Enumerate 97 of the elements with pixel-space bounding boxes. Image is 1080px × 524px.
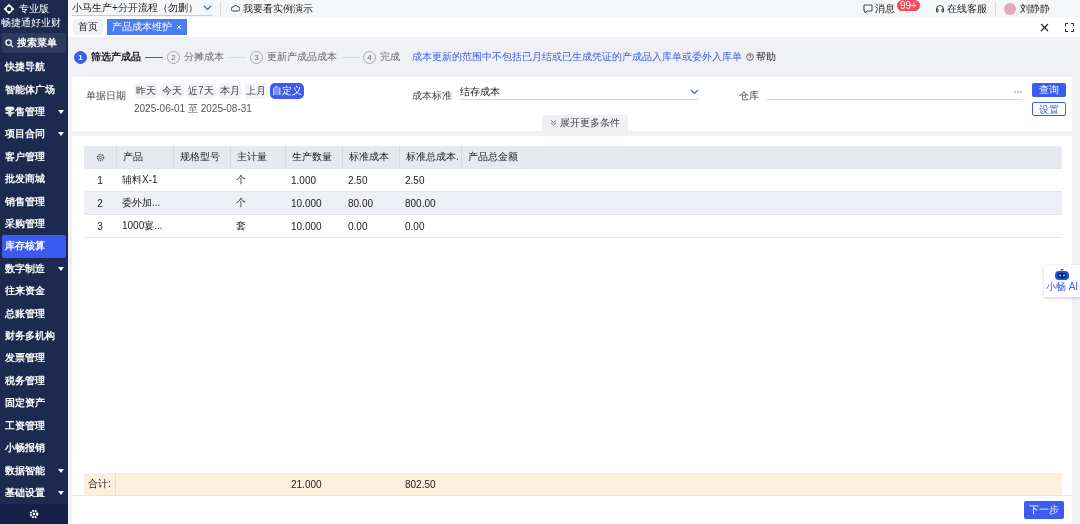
search-icon <box>5 38 14 48</box>
notice-text: 成本更新的范围中不包括已月结或已生成凭证的产成品入库单或委外入库单 <box>412 50 742 64</box>
sidebar-item[interactable]: 销售管理 <box>2 190 66 213</box>
wizard-step: 1 筛选产成品 <box>74 50 141 64</box>
settings-button[interactable]: 设置 <box>1032 102 1066 116</box>
sidebar-item[interactable]: 快捷导航 <box>2 56 66 79</box>
wizard-step: 3 更新产成品成本 <box>250 50 337 64</box>
sidebar-item[interactable]: 往来资金 <box>2 280 66 303</box>
sidebar-item[interactable]: 基础设置 <box>2 481 66 505</box>
column-header: 产品总金额 <box>461 146 1062 168</box>
logo-text: 畅捷通好业财 <box>0 16 62 30</box>
expand-conditions-button[interactable]: 展开更多条件 <box>542 115 628 131</box>
row-number: 3 <box>96 219 104 234</box>
caret-icon <box>58 490 64 495</box>
cost-standard-select[interactable]: 结存成本 <box>460 85 700 100</box>
menu-search-button[interactable]: 搜索菜单 <box>2 33 66 53</box>
ai-assistant-button[interactable]: 小畅 AI <box>1044 265 1080 297</box>
cost-standard-label: 成本标准 <box>412 89 453 103</box>
row-number: 2 <box>96 196 104 211</box>
table-cell-text: 辅料X-1 <box>121 173 159 187</box>
account-select[interactable]: 小马生产+分开流程（勿删） <box>72 1 212 16</box>
date-label: 单据日期 <box>86 89 126 103</box>
robot-icon <box>1054 268 1070 280</box>
table-cell-text: 10.000 <box>290 219 323 234</box>
sidebar-item[interactable]: 固定资产 <box>2 392 66 415</box>
table-cell-text: 0.00 <box>347 219 369 234</box>
table-cell-text: 2.50 <box>347 173 369 188</box>
column-header: 生产数量 <box>285 146 342 168</box>
page-tab[interactable]: 首页 <box>73 19 103 35</box>
page-tab[interactable]: 产品成本维护 <box>107 19 187 35</box>
table-cell-text: 套 <box>235 219 247 233</box>
table-cell-text: 80.00 <box>347 196 375 211</box>
edition-label: 专业版 <box>19 2 49 16</box>
table-cell-text: 10.000 <box>290 196 323 211</box>
total-quantity: 21.000 <box>290 477 323 492</box>
sidebar-item[interactable]: 数字制造 <box>2 257 66 281</box>
chevron-down-icon <box>690 89 700 95</box>
sidebar-item[interactable]: 库存核算 <box>2 235 66 258</box>
sidebar-item[interactable]: 智能体广场 <box>2 78 66 101</box>
date-range-chip[interactable]: 昨天 <box>134 83 158 99</box>
sidebar-item[interactable]: 项目合同 <box>2 123 66 146</box>
sidebar-item[interactable]: 发票管理 <box>2 347 66 370</box>
message-count-badge: 99+ <box>897 0 920 11</box>
date-range-chip[interactable]: 今天 <box>160 83 184 99</box>
sidebar-item[interactable]: 客户管理 <box>2 145 66 169</box>
table-cell-text: 0.00 <box>404 219 426 234</box>
date-range-chip[interactable]: 近7天 <box>186 83 216 99</box>
column-header: 标准成本 <box>342 146 399 168</box>
table-cell-text: 800.00 <box>404 196 437 211</box>
table-cell-text: 委外加... <box>121 196 162 210</box>
date-range-chip[interactable]: 自定义 <box>269 83 304 99</box>
date-range-chip[interactable]: 上月 <box>243 83 268 99</box>
column-header: 主计量 <box>230 146 285 168</box>
demo-link[interactable]: 我要看实例演示 <box>220 1 313 16</box>
date-range-text: 2025-06-01 至 2025-08-31 <box>134 102 253 116</box>
fullscreen-icon[interactable] <box>1065 22 1074 32</box>
column-header: 产品 <box>116 146 173 168</box>
date-range-chip[interactable]: 本月 <box>217 83 242 99</box>
warehouse-label: 仓库 <box>739 89 760 103</box>
next-step-button[interactable]: 下一步 <box>1024 501 1064 519</box>
table-cell-text: 2.50 <box>404 173 426 188</box>
table-cell-text: 1.000 <box>290 173 318 188</box>
caret-icon <box>58 110 64 114</box>
sidebar-item[interactable]: 批发商城 <box>2 168 66 191</box>
online-support-link[interactable]: 在线客服 <box>935 1 987 16</box>
logo-icon <box>3 3 15 15</box>
wizard-step: 4 完成 <box>363 50 400 64</box>
total-cost: 802.50 <box>404 477 437 492</box>
wizard-step: 2 分摊成本 <box>167 50 224 64</box>
chat-bubble-icon[interactable] <box>863 3 873 14</box>
sidebar-item[interactable]: 小畅报销 <box>2 436 66 460</box>
double-chevron-down-icon <box>550 120 557 126</box>
sidebar-item[interactable]: 数据智能 <box>2 459 66 482</box>
caret-icon <box>58 468 64 473</box>
cloud-icon <box>231 5 240 12</box>
caret-icon <box>58 266 64 271</box>
sidebar-item[interactable]: 零售管理 <box>2 100 66 124</box>
sidebar-item[interactable]: 总账管理 <box>2 302 66 325</box>
sidebar-item[interactable]: 财务多机构 <box>2 324 66 348</box>
caret-icon <box>58 132 64 137</box>
column-header: 规格型号 <box>173 146 230 168</box>
query-button[interactable]: 查询 <box>1032 83 1066 97</box>
close-icon[interactable] <box>1040 22 1049 32</box>
chevron-down-icon <box>203 5 212 11</box>
row-number: 1 <box>96 173 104 188</box>
headset-icon <box>935 3 945 14</box>
sidebar-item[interactable]: 税务管理 <box>2 369 66 393</box>
table-cell-text: 个 <box>235 196 247 210</box>
user-name[interactable]: 刘静静 <box>1020 1 1050 16</box>
table-cell-text: 1000宴... <box>121 219 164 233</box>
sidebar-item[interactable]: 工资管理 <box>2 414 66 437</box>
table-cell-text: 个 <box>235 173 247 187</box>
help-link[interactable]: 帮助 <box>746 50 776 64</box>
column-header: 标准总成本. <box>399 146 461 168</box>
sidebar-item[interactable]: 采购管理 <box>2 212 66 236</box>
messages-label[interactable]: 消息 <box>875 1 895 16</box>
question-circle-icon <box>746 53 754 61</box>
